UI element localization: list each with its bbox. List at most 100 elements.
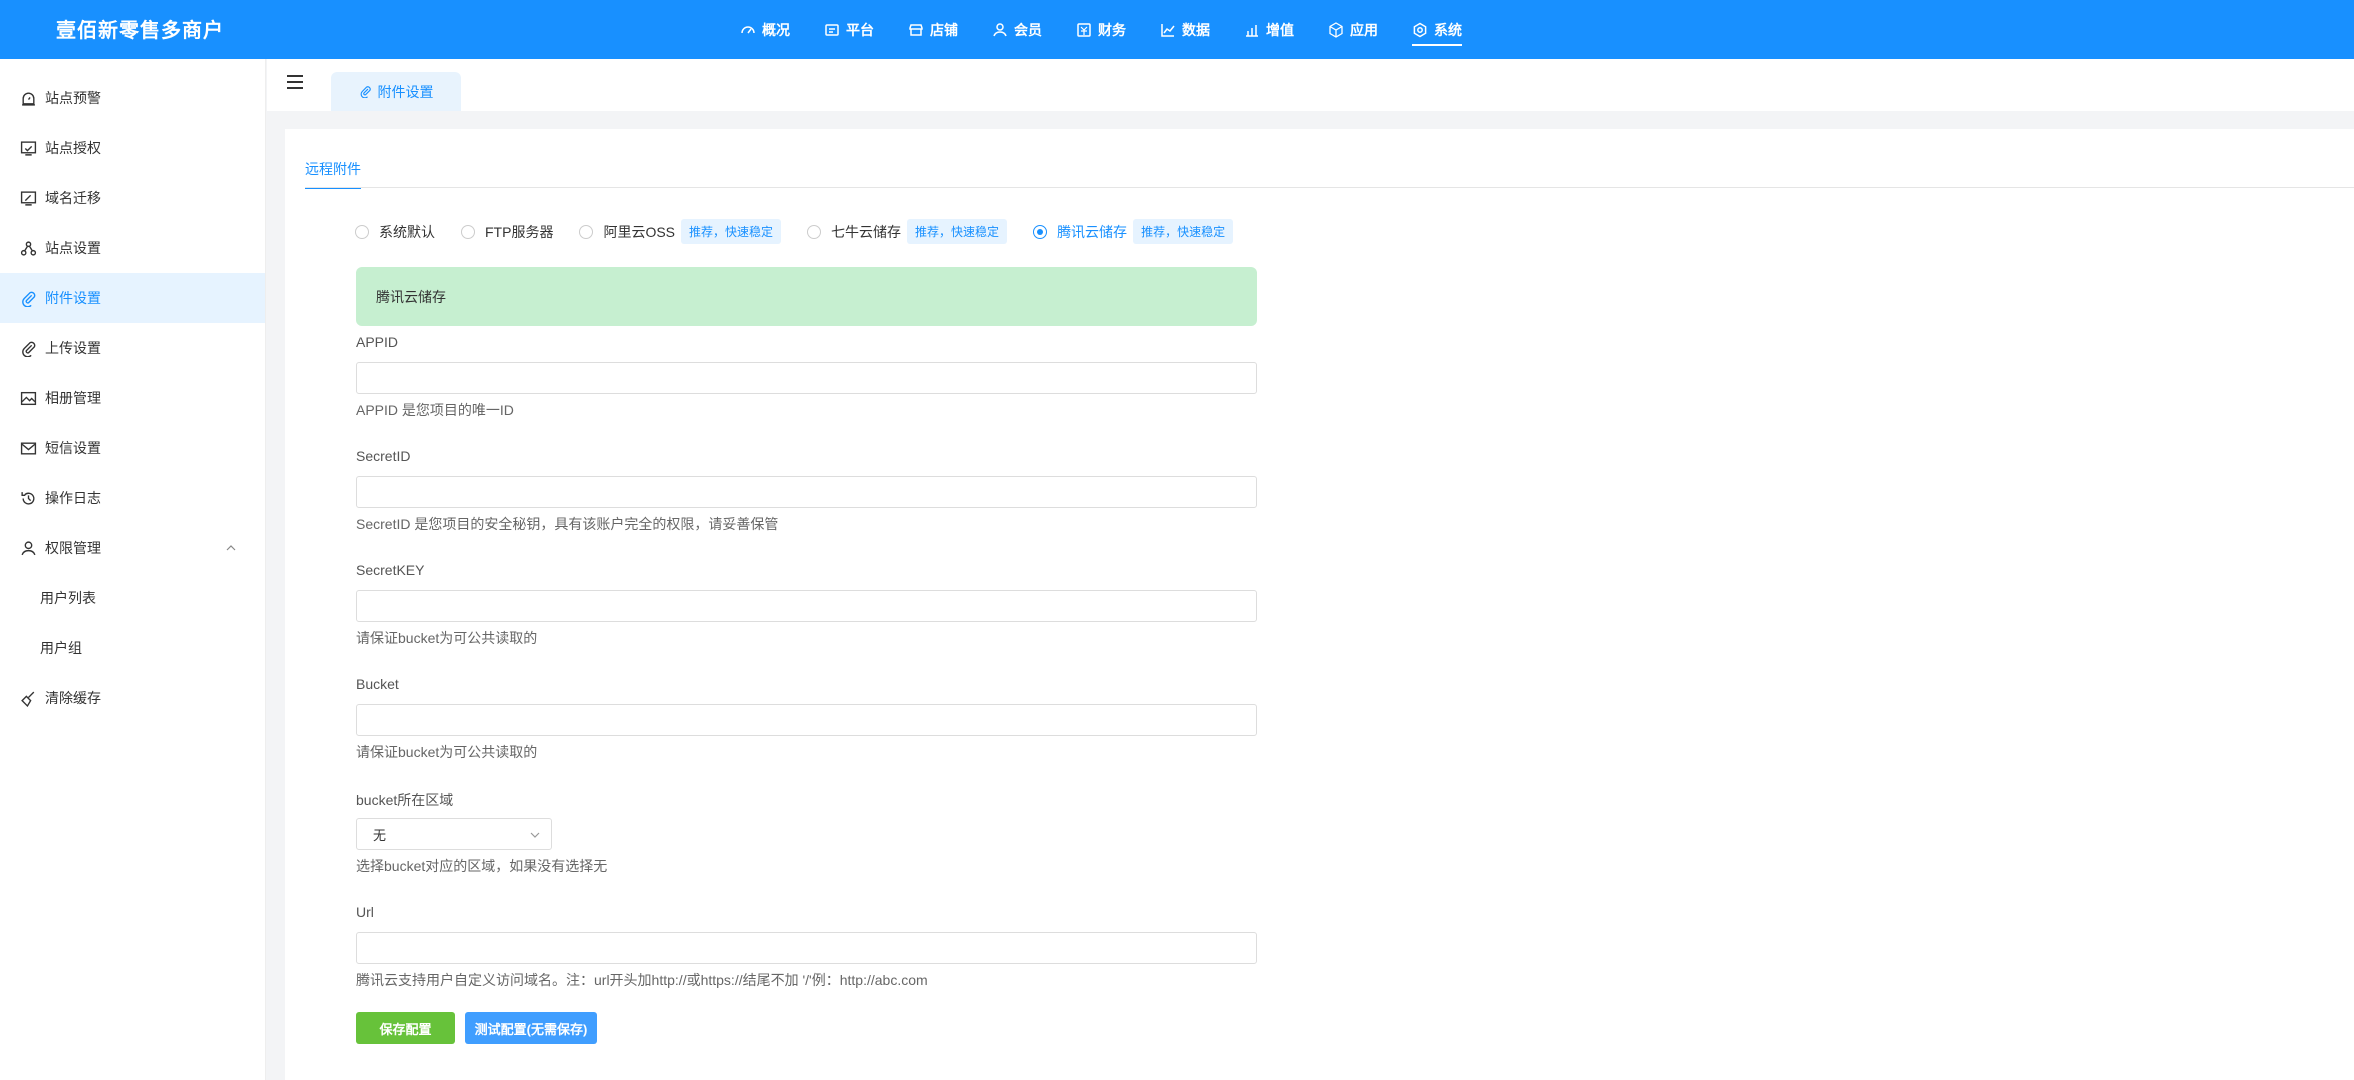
storage-radio-group: 系统默认 FTP服务器 阿里云OSS 推荐，快速稳定 七牛云储存 推荐，快速稳定… (355, 219, 1259, 244)
secretid-field: SecretID SecretID 是您项目的安全秘钥，具有该账户完全的权限，请… (356, 448, 1257, 534)
sidebar-item-site-warning[interactable]: 站点预警 (0, 73, 265, 123)
sidebar-item-user-group[interactable]: 用户组 (0, 623, 265, 673)
sidebar-item-label: 域名迁移 (45, 190, 101, 206)
topnav-label: 财务 (1098, 21, 1126, 38)
sidebar-item-label: 站点授权 (45, 140, 101, 156)
radio-aliyun-oss[interactable]: 阿里云OSS 推荐，快速稳定 (579, 219, 782, 244)
bucket-input[interactable] (356, 704, 1257, 736)
appid-input[interactable] (356, 362, 1257, 394)
radio-label: 系统默认 (379, 223, 435, 240)
cube-icon (1329, 21, 1343, 38)
paperclip-icon (22, 291, 36, 307)
sidebar-item-label: 附件设置 (45, 290, 101, 306)
sidebar-item-operation-log[interactable]: 操作日志 (0, 473, 265, 523)
field-help: SecretID 是您项目的安全秘钥，具有该账户完全的权限，请妥善保管 (356, 516, 779, 532)
radio-tencent-cos[interactable]: 腾讯云储存 推荐，快速稳定 (1033, 219, 1234, 244)
recommend-badge: 推荐，快速稳定 (1133, 219, 1234, 244)
radio-circle[interactable] (461, 224, 475, 239)
chevron-down-icon (530, 832, 540, 838)
radio-system-default[interactable]: 系统默认 (355, 222, 435, 242)
radio-label: 七牛云储存 (831, 223, 902, 240)
secretkey-field: SecretKEY 请保证bucket为可公共读取的 (356, 562, 1257, 648)
topnav-item-apps[interactable]: 应用 (1328, 0, 1378, 59)
field-label: Url (356, 904, 374, 920)
store-icon (909, 23, 923, 36)
sidebar-item-site-settings[interactable]: 站点设置 (0, 223, 265, 273)
topnav-item-store[interactable]: 店铺 (908, 0, 958, 59)
sidebar-item-attachment-settings[interactable]: 附件设置 (0, 273, 265, 323)
secretid-input[interactable] (356, 476, 1257, 508)
radio-circle[interactable] (355, 224, 369, 239)
tab-label: 附件设置 (377, 83, 434, 100)
topnav-label: 概况 (762, 21, 790, 38)
sidebar-item-upload-settings[interactable]: 上传设置 (0, 323, 265, 373)
radio-ftp[interactable]: FTP服务器 (461, 222, 553, 242)
topnav-item-overview[interactable]: 概况 (740, 0, 790, 59)
sidebar-item-label: 用户列表 (40, 590, 96, 606)
finance-icon (1077, 22, 1091, 37)
recommend-badge: 推荐，快速稳定 (681, 219, 782, 244)
tab-remote-attachment[interactable]: 远程附件 (305, 159, 361, 189)
menu-toggle-icon[interactable] (287, 75, 303, 89)
radio-label: 阿里云OSS (603, 223, 676, 240)
sidebar-item-label: 清除缓存 (45, 690, 101, 706)
topnav-label: 会员 (1014, 21, 1042, 38)
user-icon (993, 22, 1007, 36)
field-help: 请保证bucket为可公共读取的 (356, 630, 538, 646)
tab-strip: 附件设置 (267, 59, 2354, 111)
mail-icon (20, 441, 37, 455)
chevron-up-icon (226, 545, 236, 551)
platform-icon (825, 23, 839, 36)
tab-attachment-settings[interactable]: 附件设置 (331, 72, 461, 111)
topnav-item-data[interactable]: 数据 (1160, 0, 1210, 59)
paperclip-icon (360, 86, 371, 98)
sidebar-item-label: 站点设置 (45, 240, 101, 256)
topnav-item-platform[interactable]: 平台 (824, 0, 874, 59)
test-config-button[interactable]: 测试配置(无需保存) (465, 1012, 597, 1044)
sidebar-item-domain-migrate[interactable]: 域名迁移 (0, 173, 265, 223)
field-label: SecretKEY (356, 562, 425, 578)
bucket-field: Bucket 请保证bucket为可公共读取的 (356, 676, 1257, 762)
topnav-item-member[interactable]: 会员 (992, 0, 1042, 59)
radio-circle[interactable] (1033, 224, 1048, 239)
sidebar-item-label: 站点预警 (45, 90, 101, 106)
sidebar-item-label: 用户组 (40, 640, 82, 656)
url-input[interactable] (356, 932, 1257, 964)
sidebar-item-user-list[interactable]: 用户列表 (0, 573, 265, 623)
topnav-item-system[interactable]: 系统 (1412, 0, 1462, 59)
radio-circle[interactable] (579, 224, 594, 239)
appid-field: APPID APPID 是您项目的唯一ID (356, 334, 1257, 420)
field-label: Bucket (356, 676, 399, 692)
sidebar: 站点预警 站点授权 域名迁移 站点设置 附件设置 上传设置 相册管理 短信设置 … (0, 59, 266, 1080)
top-nav: 概况 平台 店铺 会员 财务 数据 增值 应用 系统 (740, 0, 1496, 59)
monitor-check-icon (20, 140, 37, 156)
sidebar-item-label: 短信设置 (45, 440, 101, 456)
sidebar-item-album[interactable]: 相册管理 (0, 373, 265, 423)
field-help: 请保证bucket为可公共读取的 (356, 744, 538, 760)
field-label: bucket所在区域 (356, 792, 454, 808)
sidebar-item-label: 相册管理 (45, 390, 101, 406)
field-help: APPID 是您项目的唯一ID (356, 402, 514, 418)
region-select[interactable]: 无 (356, 818, 552, 850)
sidebar-item-clear-cache[interactable]: 清除缓存 (0, 673, 265, 723)
topnav-item-growth[interactable]: 增值 (1244, 0, 1294, 59)
topnav-item-finance[interactable]: 财务 (1076, 0, 1126, 59)
sidebar-item-permissions[interactable]: 权限管理 (0, 523, 265, 573)
user-icon (21, 540, 36, 555)
url-field: Url 腾讯云支持用户自定义访问域名。注：url开头加http://或https… (356, 904, 1257, 990)
field-label: APPID (356, 334, 399, 350)
sidebar-item-site-auth[interactable]: 站点授权 (0, 123, 265, 173)
storage-alert: 腾讯云储存 (356, 267, 1257, 326)
radio-label: FTP服务器 (485, 223, 554, 240)
radio-circle[interactable] (807, 224, 822, 239)
sidebar-item-sms[interactable]: 短信设置 (0, 423, 265, 473)
recommend-badge: 推荐，快速稳定 (907, 219, 1008, 244)
region-field: bucket所在区域 无 选择bucket对应的区域，如果没有选择无 (356, 790, 1257, 876)
radio-qiniu[interactable]: 七牛云储存 推荐，快速稳定 (807, 219, 1008, 244)
save-config-button[interactable]: 保存配置 (356, 1012, 455, 1044)
monitor-arrow-icon (20, 190, 37, 206)
alarm-icon (22, 92, 35, 106)
topnav-label: 店铺 (930, 21, 958, 38)
topnav-label: 平台 (846, 21, 874, 38)
secretkey-input[interactable] (356, 590, 1257, 622)
